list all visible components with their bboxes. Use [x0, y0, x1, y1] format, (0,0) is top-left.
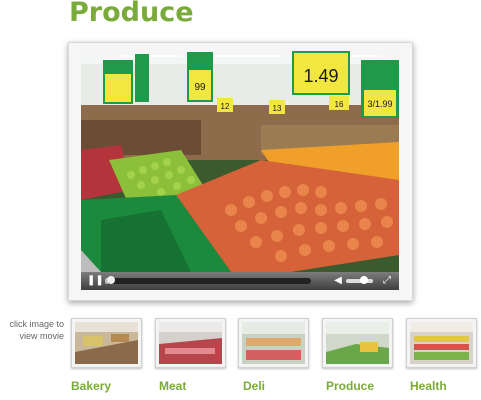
- store-sign-12: 12: [221, 102, 230, 111]
- thumbnail-label-bakery[interactable]: Bakery: [71, 379, 111, 393]
- video-player[interactable]: 99 1.49 3/1.99 12 16 13 ❚❚ ◀ ⤢: [68, 42, 413, 301]
- thumbnail-produce[interactable]: [322, 318, 393, 368]
- produce-image: [326, 322, 389, 364]
- store-sign-3-199: 3/1.99: [367, 99, 392, 109]
- thumbnail-health[interactable]: [406, 318, 477, 368]
- store-sign-99: 99: [194, 82, 206, 93]
- progress-bar[interactable]: [105, 276, 311, 284]
- bakery-image: [75, 322, 138, 364]
- page-title: Produce: [69, 0, 194, 28]
- volume-slider[interactable]: [346, 276, 373, 284]
- hint-line-1: click image to: [9, 319, 64, 329]
- fullscreen-icon[interactable]: ⤢: [381, 272, 393, 290]
- speaker-icon[interactable]: ◀: [332, 272, 344, 290]
- thumbnail-bakery[interactable]: [71, 318, 142, 368]
- pause-icon[interactable]: ❚❚: [87, 272, 104, 290]
- health-image: [410, 322, 473, 364]
- hint-line-2: view movie: [19, 331, 64, 341]
- thumbnail-deli[interactable]: [238, 318, 309, 368]
- instruction-text: click image to view movie: [0, 318, 64, 342]
- thumbnail-meat[interactable]: [155, 318, 226, 368]
- store-sign-13: 13: [273, 104, 282, 113]
- progress-handle[interactable]: [107, 276, 116, 284]
- deli-image: [242, 322, 305, 364]
- thumbnail-label-health[interactable]: Health: [410, 379, 447, 393]
- thumbnail-label-deli[interactable]: Deli: [243, 379, 265, 393]
- volume-handle[interactable]: [359, 276, 368, 284]
- meat-image: [159, 322, 222, 364]
- thumbnail-label-meat[interactable]: Meat: [159, 379, 186, 393]
- thumbnail-label-produce[interactable]: Produce: [326, 379, 374, 393]
- video-frame[interactable]: 99 1.49 3/1.99 12 16 13: [81, 50, 399, 272]
- store-sign-149: 1.49: [303, 66, 338, 86]
- produce-aisle-image: 99 1.49 3/1.99 12 16 13: [81, 50, 399, 272]
- store-sign-16: 16: [335, 100, 344, 109]
- video-controls: ❚❚ ◀ ⤢: [81, 272, 399, 290]
